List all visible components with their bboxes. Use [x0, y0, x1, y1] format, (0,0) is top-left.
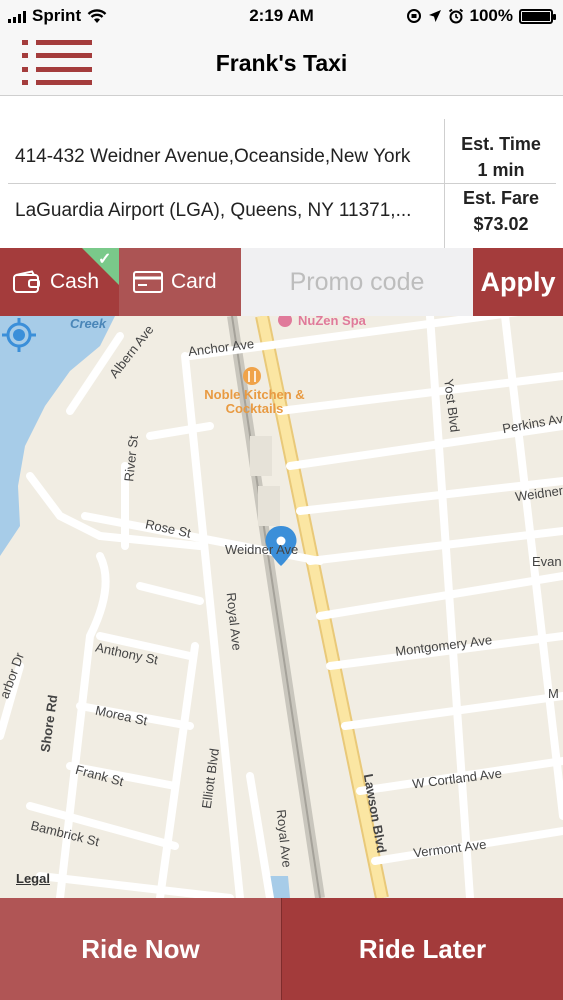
battery-icon [519, 8, 556, 24]
restaurant-marker [243, 367, 261, 385]
battery-percent: 100% [469, 6, 513, 25]
nav-bar: Frank's Taxi [0, 32, 563, 96]
card-label: Card [171, 270, 217, 293]
promo-code-input[interactable]: Promo code [241, 248, 473, 316]
payment-bar: Cash ✓ Card Promo code Apply [0, 248, 563, 316]
apply-button[interactable]: Apply [473, 248, 563, 316]
orientation-lock-icon [406, 9, 421, 23]
ride-later-button[interactable]: Ride Later [282, 898, 563, 1000]
trip-summary: 414-432 Weidner Avenue,Oceanside,New Yor… [0, 97, 563, 248]
recenter-location-icon[interactable] [0, 316, 38, 354]
map-label-weidner-center: Weidner Ave [225, 542, 299, 557]
ride-now-button[interactable]: Ride Now [0, 898, 281, 1000]
map-label-nuzen: NuZen Spa [298, 316, 366, 328]
est-time-label: Est. Time [461, 133, 541, 154]
check-icon: ✓ [98, 251, 112, 268]
map-label-creek: Creek [70, 316, 107, 331]
alarm-icon [448, 8, 463, 24]
cash-option[interactable]: Cash ✓ [0, 248, 119, 316]
spa-marker [278, 316, 292, 327]
est-fare: Est. Fare $73.02 [444, 173, 557, 248]
map-legal-link[interactable]: Legal [16, 871, 50, 886]
dropoff-address[interactable]: LaGuardia Airport (LGA), Queens, NY 1137… [15, 173, 440, 248]
map-view[interactable]: Creek Albern Ave Anchor Ave NuZen Spa No… [0, 316, 563, 898]
est-fare-label: Est. Fare [462, 187, 540, 208]
credit-card-icon [133, 271, 163, 293]
status-bar: Sprint 2:19 AM 100% [0, 0, 563, 32]
dropoff-row[interactable]: LaGuardia Airport (LGA), Queens, NY 1137… [0, 173, 563, 248]
card-option[interactable]: Card [119, 248, 241, 316]
est-fare-value: $73.02 [473, 213, 529, 234]
wallet-icon [13, 270, 40, 293]
page-title: Frank's Taxi [215, 50, 348, 76]
map-label-noble: Noble Kitchen & Cocktails [204, 387, 305, 416]
location-arrow-icon [428, 10, 441, 22]
map-label-m: M [548, 686, 559, 701]
map-label-evans: Evan [532, 554, 562, 569]
